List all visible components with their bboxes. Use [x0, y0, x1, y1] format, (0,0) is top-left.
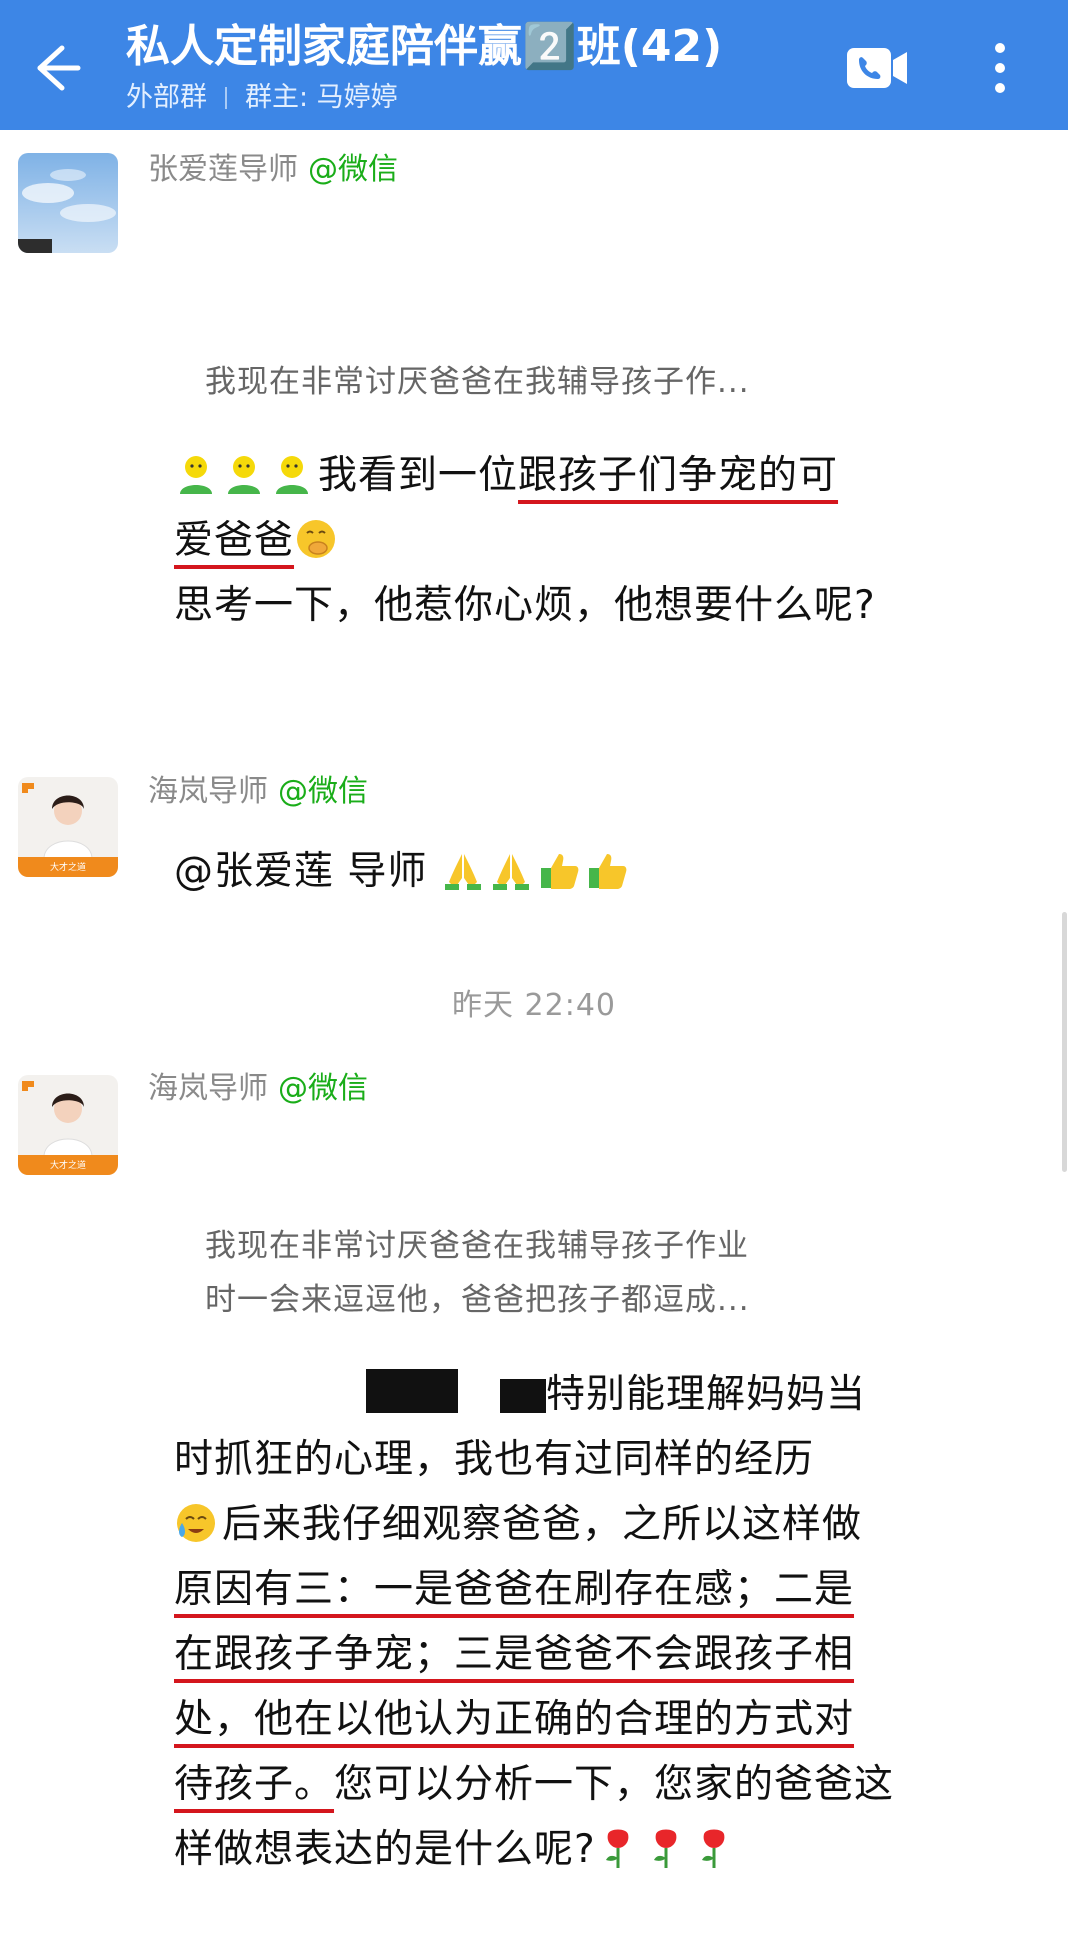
group-owner-label: 群主: 马婷婷: [245, 82, 398, 113]
rose-emoji-icon: [701, 1829, 725, 1868]
highlighted-text: 跟孩子们争宠的可: [518, 453, 839, 498]
praying-hands-emoji-icon: [444, 854, 481, 890]
subtitle-divider: [225, 87, 227, 109]
video-call-icon[interactable]: [845, 42, 911, 94]
avatar-hailan[interactable]: 大才之道: [18, 1075, 118, 1175]
highlighted-text: 待孩子。: [174, 1762, 335, 1807]
wechat-source-tag: @微信: [308, 152, 398, 187]
rose-emoji-icon: [605, 1829, 629, 1868]
person-emoji-icon: [276, 456, 308, 494]
thumbs-up-emoji-icon: [588, 854, 627, 889]
back-arrow-icon[interactable]: [22, 36, 86, 100]
svg-text:大才之道: 大才之道: [50, 861, 86, 873]
message-text[interactable]: 我看到一位跟孩子们争宠的可 爱爸爸 思考一下，他惹你心烦，他想要什么呢?: [174, 443, 904, 638]
more-options-icon[interactable]: [985, 36, 1015, 100]
redacted-block: [366, 1369, 458, 1413]
wechat-source-tag: @微信: [278, 774, 368, 809]
avatar-zhang-ailian[interactable]: [18, 153, 118, 253]
redacted-block: [500, 1379, 546, 1413]
thinking-face-emoji-icon: [297, 520, 336, 558]
sender-name: 张爱莲导师 @微信: [148, 152, 398, 187]
chat-header: 私人定制家庭陪伴赢2️⃣班(42) 外部群 群主: 马婷婷: [0, 0, 1068, 130]
group-subtitle: 外部群 群主: 马婷婷: [126, 78, 398, 118]
timestamp: 昨天 22:40: [452, 988, 616, 1023]
sender-name: 海岚导师 @微信: [148, 1071, 368, 1106]
wechat-source-tag: @微信: [278, 1071, 368, 1106]
group-title: 私人定制家庭陪伴赢2️⃣班(42): [126, 21, 723, 72]
quoted-message[interactable]: 我现在非常讨厌爸爸在我辅导孩子作...: [205, 355, 845, 409]
praying-hands-emoji-icon: [492, 854, 529, 890]
external-group-label: 外部群: [126, 82, 207, 113]
quoted-message[interactable]: 我现在非常讨厌爸爸在我辅导孩子作业 时一会来逗逗他，爸爸把孩子都逗成...: [205, 1219, 885, 1327]
crying-face-emoji-icon: [177, 1504, 215, 1542]
person-emoji-icon: [180, 456, 212, 494]
avatar-hailan[interactable]: 大才之道: [18, 777, 118, 877]
rose-emoji-icon: [653, 1829, 677, 1868]
highlighted-text: 在跟孩子争宠；三是爸爸不会跟孩子相: [174, 1632, 855, 1677]
message-text[interactable]: 特别能理解妈妈当时抓狂的心理，我也有过同样的经历 后来我仔细观察爸爸，之所以这样做…: [174, 1362, 904, 1882]
svg-text:大才之道: 大才之道: [50, 1159, 86, 1171]
highlighted-text: 爱爸爸: [174, 518, 295, 563]
thumbs-up-emoji-icon: [540, 854, 579, 889]
highlighted-text: 原因有三：一是爸爸在刷存在感；二是: [174, 1567, 855, 1612]
sender-name: 海岚导师 @微信: [148, 774, 368, 809]
scrollbar[interactable]: [1062, 912, 1067, 1172]
highlighted-text: 处，他在以他认为正确的合理的方式对: [174, 1697, 855, 1742]
person-emoji-icon: [228, 456, 260, 494]
message-text[interactable]: @张爱莲 导师: [174, 839, 914, 904]
